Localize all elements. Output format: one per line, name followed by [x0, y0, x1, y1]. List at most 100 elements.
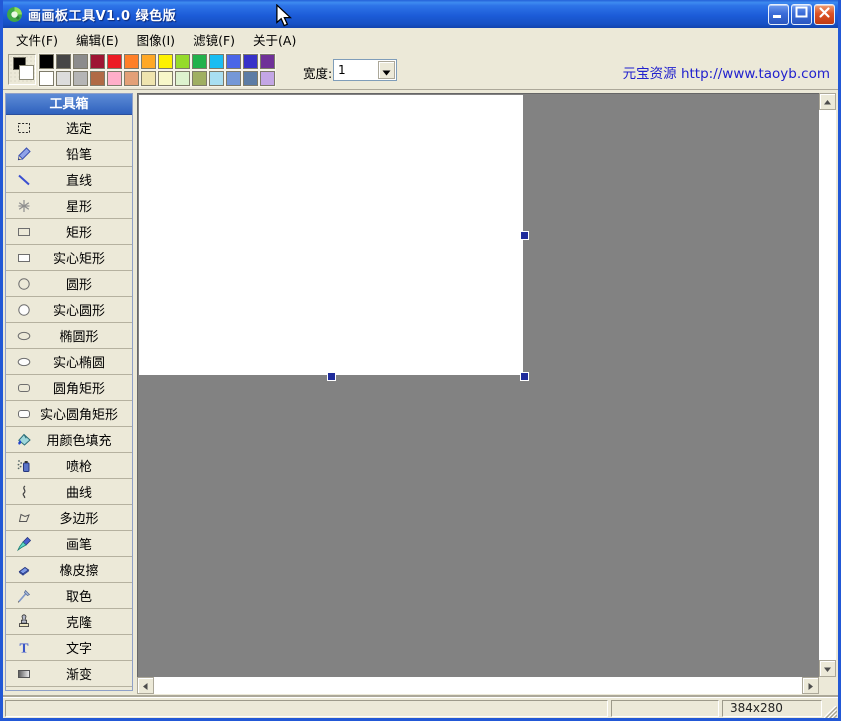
tool-filled-circle[interactable]: 实心圆形 — [6, 297, 132, 323]
color-swatch[interactable] — [175, 54, 190, 69]
text-icon: T — [12, 640, 36, 656]
color-swatch[interactable] — [73, 71, 88, 86]
color-swatch[interactable] — [90, 54, 105, 69]
status-panel-main — [5, 700, 608, 717]
color-swatch[interactable] — [39, 71, 54, 86]
color-swatch[interactable] — [73, 54, 88, 69]
color-swatch[interactable] — [124, 54, 139, 69]
tool-filled-rectangle[interactable]: 实心矩形 — [6, 245, 132, 271]
tool-rounded-rectangle[interactable]: 圆角矩形 — [6, 375, 132, 401]
scroll-up-button[interactable] — [819, 93, 836, 110]
color-swatch[interactable] — [107, 71, 122, 86]
tool-text[interactable]: T 文字 — [6, 635, 132, 661]
foreground-background-indicator[interactable] — [8, 54, 36, 85]
color-swatch[interactable] — [175, 71, 190, 86]
window-controls — [768, 4, 835, 25]
tool-filled-ellipse[interactable]: 实心椭圆 — [6, 349, 132, 375]
tool-list: 选定 铅笔 直线 星形 — [6, 115, 132, 687]
color-swatch[interactable] — [243, 71, 258, 86]
tool-color-picker[interactable]: 取色 — [6, 583, 132, 609]
tool-pencil[interactable]: 铅笔 — [6, 141, 132, 167]
color-swatch[interactable] — [226, 54, 241, 69]
dropdown-button[interactable] — [378, 61, 395, 79]
tool-fill-color[interactable]: 用颜色填充 — [6, 427, 132, 453]
scroll-right-button[interactable] — [802, 677, 819, 694]
toolbox-header: 工具箱 — [6, 94, 132, 115]
resize-grip-icon[interactable] — [824, 704, 837, 717]
arrow-left-icon — [141, 676, 150, 695]
rounded-rectangle-icon — [12, 380, 36, 396]
menu-about[interactable]: 关于(A) — [244, 27, 305, 52]
scroll-down-button[interactable] — [819, 660, 836, 677]
color-swatch[interactable] — [209, 54, 224, 69]
color-swatch[interactable] — [107, 54, 122, 69]
window-title: 画画板工具V1.0 绿色版 — [28, 5, 176, 24]
tool-eraser[interactable]: 橡皮擦 — [6, 557, 132, 583]
color-swatch[interactable] — [260, 54, 275, 69]
scroll-left-button[interactable] — [137, 677, 154, 694]
status-panel-secondary — [611, 700, 719, 717]
minimize-button[interactable] — [768, 4, 789, 25]
eyedropper-icon — [12, 588, 36, 604]
width-dropdown[interactable]: 1 — [333, 59, 397, 81]
menu-bar: 文件(F) 编辑(E) 图像(I) 滤镜(F) 关于(A) — [3, 28, 838, 50]
color-swatch[interactable] — [243, 54, 258, 69]
app-window: 画画板工具V1.0 绿色版 文件(F) 编辑(E) — [0, 0, 841, 721]
width-label: 宽度: — [303, 63, 332, 82]
tool-airbrush[interactable]: 喷枪 — [6, 453, 132, 479]
horizontal-scrollbar[interactable] — [137, 677, 819, 694]
canvas-workspace[interactable] — [137, 93, 819, 677]
filled-rounded-rectangle-icon — [12, 406, 36, 422]
color-swatch[interactable] — [209, 71, 224, 86]
pencil-icon — [12, 146, 36, 162]
tool-brush[interactable]: 画笔 — [6, 531, 132, 557]
circle-icon — [12, 276, 36, 292]
maximize-button[interactable] — [791, 4, 812, 25]
svg-text:T: T — [19, 640, 28, 655]
close-button[interactable] — [814, 4, 835, 25]
canvas-resize-handle-bottom[interactable] — [327, 372, 336, 381]
menu-image[interactable]: 图像(I) — [128, 27, 184, 52]
tool-line[interactable]: 直线 — [6, 167, 132, 193]
eraser-icon — [12, 562, 36, 578]
toolbox-panel: 工具箱 选定 铅笔 直线 — [5, 93, 133, 691]
tool-curve[interactable]: 曲线 — [6, 479, 132, 505]
title-bar: 画画板工具V1.0 绿色版 — [0, 0, 841, 28]
color-swatch[interactable] — [124, 71, 139, 86]
ellipse-icon — [12, 328, 36, 344]
color-swatch[interactable] — [260, 71, 275, 86]
color-swatch[interactable] — [158, 54, 173, 69]
color-swatch[interactable] — [39, 54, 54, 69]
paint-bucket-icon — [12, 432, 36, 448]
tool-polygon[interactable]: 多边形 — [6, 505, 132, 531]
polygon-icon — [12, 510, 36, 526]
tool-circle[interactable]: 圆形 — [6, 271, 132, 297]
tool-filled-rounded-rectangle[interactable]: 实心圆角矩形 — [6, 401, 132, 427]
color-swatch[interactable] — [158, 71, 173, 86]
menu-file[interactable]: 文件(F) — [7, 27, 67, 52]
vertical-scrollbar[interactable] — [819, 93, 836, 677]
canvas-resize-handle-corner[interactable] — [520, 372, 529, 381]
tool-ellipse[interactable]: 椭圆形 — [6, 323, 132, 349]
color-swatch[interactable] — [56, 54, 71, 69]
paint-canvas[interactable] — [139, 95, 523, 375]
color-swatch[interactable] — [90, 71, 105, 86]
tool-star[interactable]: 星形 — [6, 193, 132, 219]
color-swatch[interactable] — [192, 71, 207, 86]
color-swatch[interactable] — [192, 54, 207, 69]
color-swatch[interactable] — [56, 71, 71, 86]
color-swatch[interactable] — [141, 54, 156, 69]
tool-clone[interactable]: 克隆 — [6, 609, 132, 635]
arrow-right-icon — [806, 676, 815, 695]
palette-row-2 — [39, 70, 277, 87]
menu-edit[interactable]: 编辑(E) — [67, 27, 128, 52]
color-swatch[interactable] — [141, 71, 156, 86]
background-color-swatch — [19, 65, 34, 80]
menu-filter[interactable]: 滤镜(F) — [184, 27, 244, 52]
selection-icon — [12, 120, 36, 136]
tool-gradient[interactable]: 渐变 — [6, 661, 132, 687]
tool-rectangle[interactable]: 矩形 — [6, 219, 132, 245]
canvas-resize-handle-right[interactable] — [520, 231, 529, 240]
color-swatch[interactable] — [226, 71, 241, 86]
tool-select[interactable]: 选定 — [6, 115, 132, 141]
